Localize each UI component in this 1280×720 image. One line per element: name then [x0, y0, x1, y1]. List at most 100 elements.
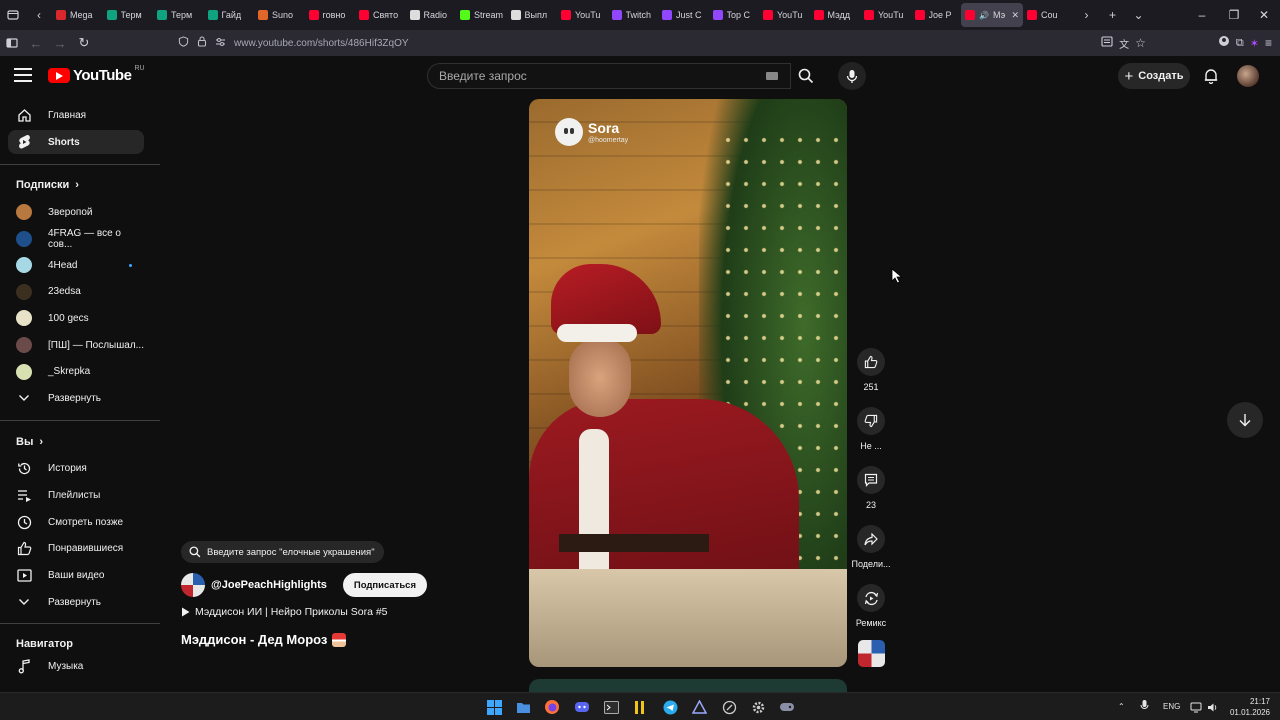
browser-tab[interactable]: Мэдд — [810, 3, 861, 27]
terminal-icon[interactable] — [601, 697, 621, 717]
sidebar-expand-subscriptions[interactable]: Развернуть — [8, 386, 144, 410]
browser-tab[interactable]: YouTu — [557, 3, 608, 27]
browser-tab[interactable]: Top C — [709, 3, 760, 27]
lock-icon[interactable] — [197, 36, 207, 50]
sidebar-subscription-item[interactable]: _Skrepka — [8, 360, 144, 384]
app-triangle-icon[interactable] — [689, 697, 709, 717]
create-button[interactable]: + Создать — [1118, 63, 1190, 89]
url-bar[interactable]: www.youtube.com/shorts/486Hif3ZqOY — [178, 33, 1102, 53]
account-avatar[interactable] — [1237, 65, 1259, 87]
app-yellow-icon[interactable] — [630, 697, 650, 717]
extensions-icon[interactable]: ⧉ — [1236, 37, 1244, 50]
browser-tab[interactable]: Just C — [658, 3, 709, 27]
search-suggestion-pill[interactable]: Введите запрос "елочные украшения" — [181, 541, 384, 563]
browser-tab[interactable]: Гайд — [204, 3, 255, 27]
tabs-scroll-left-icon[interactable]: ‹ — [26, 0, 52, 30]
sidebar-item-history[interactable]: История — [8, 456, 144, 480]
account-icon[interactable] — [1218, 34, 1230, 52]
search-input[interactable]: Введите запрос — [427, 63, 791, 89]
original-sound-thumbnail[interactable] — [858, 640, 885, 667]
browser-tab[interactable]: говно — [305, 3, 356, 27]
next-short-button[interactable] — [1227, 402, 1263, 438]
extension-purple-icon[interactable]: ✶ — [1250, 37, 1259, 50]
browser-tab[interactable]: Suno — [254, 3, 305, 27]
keyboard-language[interactable]: ENG — [1163, 702, 1180, 711]
playlist-link[interactable]: Мэддисон ИИ | Нейро Приколы Sora #5 — [181, 606, 388, 618]
sidebar-subscription-item[interactable]: 4FRAG — все о сов... — [8, 227, 144, 251]
sidebar-expand-you[interactable]: Развернуть — [8, 590, 144, 614]
minimize-icon[interactable]: – — [1186, 0, 1218, 30]
sidebar-item-your-videos[interactable]: Ваши видео — [8, 563, 144, 587]
sidebar-subscription-item[interactable]: Зверопой — [8, 200, 144, 224]
sidebar-subscription-item[interactable]: 23edsa — [8, 280, 144, 304]
file-explorer-icon[interactable] — [513, 697, 533, 717]
dislike-button[interactable] — [857, 407, 885, 435]
sidebar-subscription-item[interactable]: 4Head — [8, 253, 144, 277]
sidebar-item-shorts[interactable]: Shorts — [8, 130, 144, 154]
reload-icon[interactable]: ↻ — [72, 30, 96, 56]
sidebar-item-home[interactable]: Главная — [8, 103, 144, 127]
firefox-icon[interactable] — [542, 697, 562, 717]
sidebar-item-music[interactable]: Музыка — [8, 654, 144, 678]
keyboard-icon[interactable] — [766, 72, 778, 80]
browser-tab[interactable]: Joe P — [911, 3, 962, 27]
browser-tab[interactable]: Cou — [1023, 3, 1074, 27]
tab-list-chevron-icon[interactable]: ⌄ — [1126, 0, 1152, 30]
browser-tab[interactable]: YouTu — [759, 3, 810, 27]
tray-mic-icon[interactable] — [1140, 699, 1149, 717]
translate-icon[interactable]: 文 — [1119, 36, 1129, 51]
windows-start-icon[interactable] — [484, 697, 504, 717]
url-text[interactable]: www.youtube.com/shorts/486Hif3ZqOY — [234, 38, 409, 49]
tabs-scroll-right-icon[interactable]: › — [1074, 0, 1100, 30]
youtube-logo[interactable]: YouTube RU — [48, 65, 145, 84]
forward-icon[interactable]: → — [48, 30, 72, 56]
hamburger-menu-icon[interactable] — [14, 68, 32, 82]
close-tab-icon[interactable]: ✕ — [1011, 10, 1019, 21]
subscriptions-heading[interactable]: Подписки › — [16, 179, 79, 191]
close-window-icon[interactable]: ✕ — [1248, 0, 1280, 30]
back-icon[interactable]: ← — [24, 30, 48, 56]
sidebar-subscription-item[interactable]: [ПШ] — Послышал... — [8, 333, 144, 357]
reader-view-icon[interactable] — [1101, 34, 1113, 52]
subscribe-button[interactable]: Подписаться — [342, 573, 427, 597]
you-heading[interactable]: Вы › — [16, 436, 43, 448]
browser-tab[interactable]: Свято — [355, 3, 406, 27]
search-button[interactable] — [791, 63, 821, 89]
channel-name[interactable]: @JoePeachHighlights — [211, 579, 327, 591]
speaker-icon[interactable]: 🔊 — [979, 11, 989, 20]
bookmark-star-icon[interactable]: ☆ — [1135, 36, 1146, 50]
browser-tab[interactable]: Stream — [456, 3, 507, 27]
sidebar-item-watch-later[interactable]: Смотреть позже — [8, 510, 144, 534]
tray-overflow-chevron-icon[interactable]: ⌃ — [1118, 702, 1125, 711]
browser-tab[interactable]: Radio — [406, 3, 457, 27]
browser-tab[interactable]: Выпл — [507, 3, 558, 27]
sidebar-subscription-item[interactable]: 100 gecs — [8, 306, 144, 330]
comments-button[interactable] — [857, 466, 885, 494]
browser-tab[interactable]: 🔊 Мэ ✕ — [961, 3, 1023, 27]
tab-overview-icon[interactable] — [0, 0, 26, 30]
remix-button[interactable] — [857, 584, 885, 612]
telegram-icon[interactable] — [660, 697, 680, 717]
browser-tab[interactable]: Терм — [103, 3, 154, 27]
menu-icon[interactable]: ≡ — [1265, 36, 1272, 50]
channel-avatar[interactable] — [181, 573, 205, 597]
app-circle-icon[interactable] — [719, 697, 739, 717]
tracking-shield-icon[interactable] — [178, 36, 189, 50]
permissions-icon[interactable] — [215, 37, 226, 50]
browser-tab[interactable]: YouTu — [860, 3, 911, 27]
new-tab-button[interactable]: + — [1100, 0, 1126, 30]
notifications-button[interactable] — [1200, 65, 1222, 87]
like-button[interactable] — [857, 348, 885, 376]
restore-icon[interactable]: ❐ — [1218, 0, 1250, 30]
sidebar-item-playlists[interactable]: Плейлисты — [8, 483, 144, 507]
tray-volume-icon[interactable] — [1207, 700, 1219, 718]
browser-tab[interactable]: Twitch — [608, 3, 659, 27]
app-gamepad-icon[interactable] — [777, 697, 797, 717]
voice-search-button[interactable] — [838, 62, 866, 90]
browser-tab[interactable]: Терм — [153, 3, 204, 27]
share-button[interactable] — [857, 525, 885, 553]
settings-gear-icon[interactable] — [748, 697, 768, 717]
browser-tab[interactable]: Mega — [52, 3, 103, 27]
shorts-video-player[interactable]: Sora @hoomertay — [529, 99, 847, 667]
sidebar-item-liked[interactable]: Понравившиеся — [8, 536, 144, 560]
